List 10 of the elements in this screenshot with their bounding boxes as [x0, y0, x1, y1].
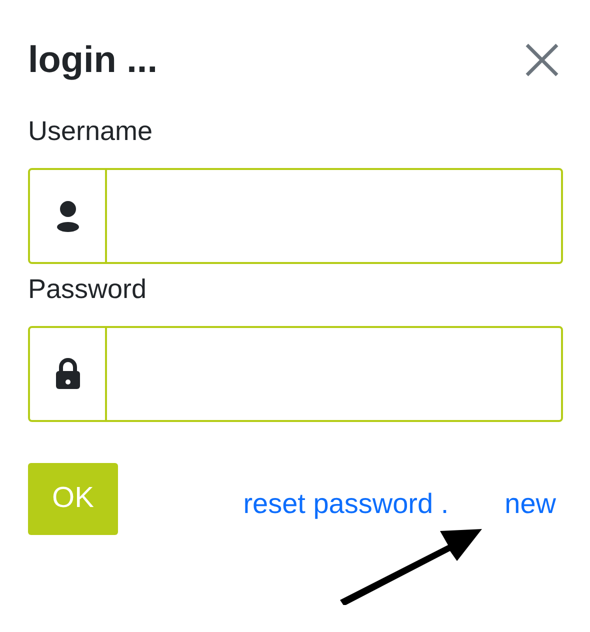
field-label: Username [28, 115, 153, 148]
input-field[interactable] [28, 168, 563, 264]
link[interactable]: reset password . [243, 483, 449, 525]
dialog-title: login ... [28, 38, 158, 82]
lock-icon [54, 358, 80, 390]
link[interactable]: new [504, 483, 556, 525]
input-field[interactable] [28, 326, 563, 422]
field-label: Password [28, 273, 147, 306]
person-icon [56, 200, 80, 232]
close-button[interactable] [524, 42, 560, 78]
